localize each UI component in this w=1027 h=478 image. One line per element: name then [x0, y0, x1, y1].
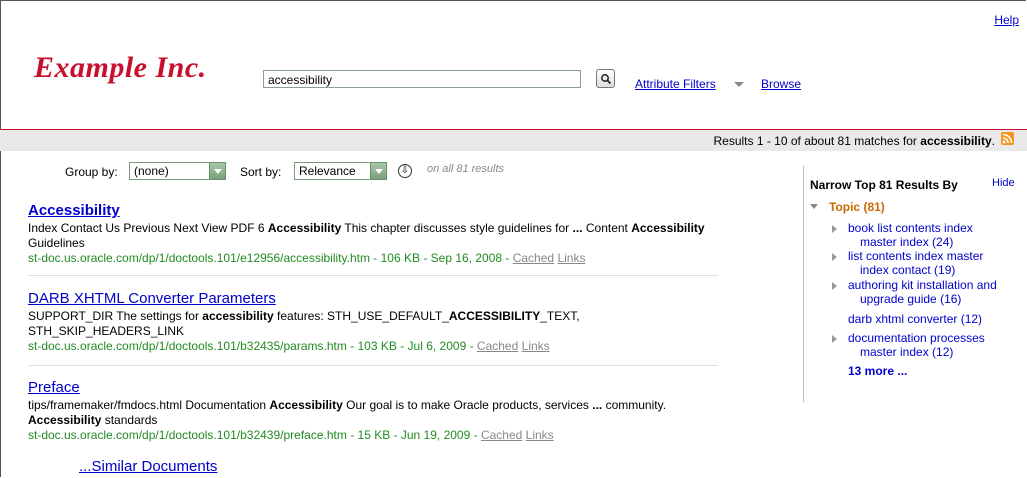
expand-arrow-icon[interactable]	[810, 204, 818, 209]
topic-facet-header[interactable]: Topic (81)	[829, 200, 885, 214]
sort-by-label: Sort by:	[240, 165, 282, 179]
highlight-term: Accessibility	[267, 221, 342, 235]
result-title-link[interactable]: Accessibility	[28, 202, 718, 220]
snippet-text: Content	[582, 221, 632, 235]
facet-label: master index (24)	[860, 235, 954, 249]
highlight-term: accessibility	[202, 309, 274, 323]
highlight-term: ...	[572, 221, 583, 235]
result-snippet: Index Contact Us Previous Next View PDF …	[28, 221, 718, 251]
attribute-filters-link[interactable]: Attribute Filters	[635, 77, 716, 91]
rss-icon[interactable]	[1001, 132, 1014, 145]
facet-label: darb xhtml converter (12)	[848, 312, 983, 326]
cached-link[interactable]: Cached	[477, 339, 518, 353]
result-snippet: SUPPORT_DIR The settings for accessibili…	[28, 309, 718, 339]
cached-link[interactable]: Cached	[513, 251, 554, 265]
result-url: st-doc.us.oracle.com/dp/1/doctools.101/b…	[28, 428, 554, 442]
facet-link[interactable]: authoring kit installation and upgrade gu…	[848, 278, 997, 306]
logo: Example Inc.	[34, 51, 207, 84]
help-link[interactable]: Help	[994, 13, 1019, 27]
snippet-text: Our goal is to make Oracle products, ser…	[342, 398, 593, 412]
sidebar-divider	[803, 166, 804, 402]
snippet-text: Guidelines	[28, 236, 85, 250]
cached-link[interactable]: Cached	[481, 428, 522, 442]
links-link[interactable]: Links	[522, 339, 550, 353]
result-separator	[28, 365, 718, 366]
similar-documents-link[interactable]: ...Similar Documents	[79, 458, 217, 475]
links-link[interactable]: Links	[557, 251, 585, 265]
snippet-text: community.	[602, 398, 667, 412]
facet-link[interactable]: list contents index master index contact …	[848, 249, 983, 277]
links-link[interactable]: Links	[526, 428, 554, 442]
result-title-link[interactable]: DARB XHTML Converter Parameters	[28, 290, 718, 308]
sort-scope-note: on all 81 results	[427, 163, 505, 175]
result-url: st-doc.us.oracle.com/dp/1/doctools.101/b…	[28, 339, 550, 353]
highlight-term: ACCESSIBILITY	[448, 309, 541, 323]
expand-arrow-icon[interactable]	[832, 282, 837, 290]
result-title-link[interactable]: Preface	[28, 379, 718, 397]
sort-direction-icon[interactable]: ⇩	[398, 164, 412, 178]
expand-arrow-icon[interactable]	[832, 253, 837, 261]
facet-link[interactable]: darb xhtml converter (12)	[848, 312, 982, 326]
facet-label: documentation processes	[848, 331, 985, 345]
facet-link[interactable]: documentation processes master index (12)	[848, 331, 985, 359]
search-button[interactable]	[596, 69, 615, 88]
facet-label: book list contents index	[848, 221, 973, 235]
snippet-text: SUPPORT_DIR The settings for	[28, 309, 203, 323]
hide-link[interactable]: Hide	[992, 177, 1015, 189]
results-summary: Results 1 - 10 of about 81 matches for a…	[713, 134, 995, 148]
result-item: DARB XHTML Converter Parameters SUPPORT_…	[28, 290, 718, 354]
highlight-term: Accessibility	[269, 398, 343, 412]
browse-link[interactable]: Browse	[761, 77, 801, 91]
chevron-down-icon[interactable]	[370, 162, 387, 180]
sort-by-value: Relevance	[299, 164, 356, 178]
chevron-down-icon[interactable]	[734, 82, 744, 87]
highlight-term: ...	[592, 398, 603, 412]
more-facets-link[interactable]: 13 more ...	[848, 364, 907, 378]
snippet-text: This chapter discusses style guidelines …	[341, 221, 573, 235]
narrow-results-title: Narrow Top 81 Results By	[810, 178, 958, 192]
expand-arrow-icon[interactable]	[832, 335, 837, 343]
result-item: Preface tips/framemaker/fmdocs.html Docu…	[28, 379, 718, 443]
result-snippet: tips/framemaker/fmdocs.html Documentatio…	[28, 398, 718, 428]
group-by-select[interactable]: (none)	[129, 162, 226, 180]
snippet-text: Index Contact Us Previous Next View PDF …	[28, 221, 268, 235]
chevron-down-icon[interactable]	[209, 162, 226, 180]
sort-by-select[interactable]: Relevance	[294, 162, 387, 180]
facet-link[interactable]: book list contents index master index (24…	[848, 221, 973, 249]
group-by-label: Group by:	[65, 165, 118, 179]
highlight-term: Accessibility	[631, 221, 705, 235]
facet-label: authoring kit installation and	[848, 278, 997, 292]
snippet-text: tips/framemaker/fmdocs.html Documentatio…	[28, 398, 270, 412]
facet-label: list contents index master	[848, 249, 984, 263]
result-separator	[28, 275, 718, 276]
facet-label: upgrade guide (16)	[860, 292, 962, 306]
highlight-term: Accessibility	[28, 413, 102, 427]
facet-label: master index (12)	[860, 345, 954, 359]
result-url: st-doc.us.oracle.com/dp/1/doctools.101/e…	[28, 251, 586, 265]
group-by-value: (none)	[134, 164, 169, 178]
snippet-text: features: STH_USE_DEFAULT_	[273, 309, 449, 323]
snippet-text: standards	[101, 413, 158, 427]
expand-arrow-icon[interactable]	[832, 225, 837, 233]
search-icon	[601, 74, 612, 85]
result-item: Accessibility Index Contact Us Previous …	[28, 202, 718, 266]
search-input[interactable]: accessibility	[263, 70, 581, 88]
facet-label: index contact (19)	[860, 263, 956, 277]
